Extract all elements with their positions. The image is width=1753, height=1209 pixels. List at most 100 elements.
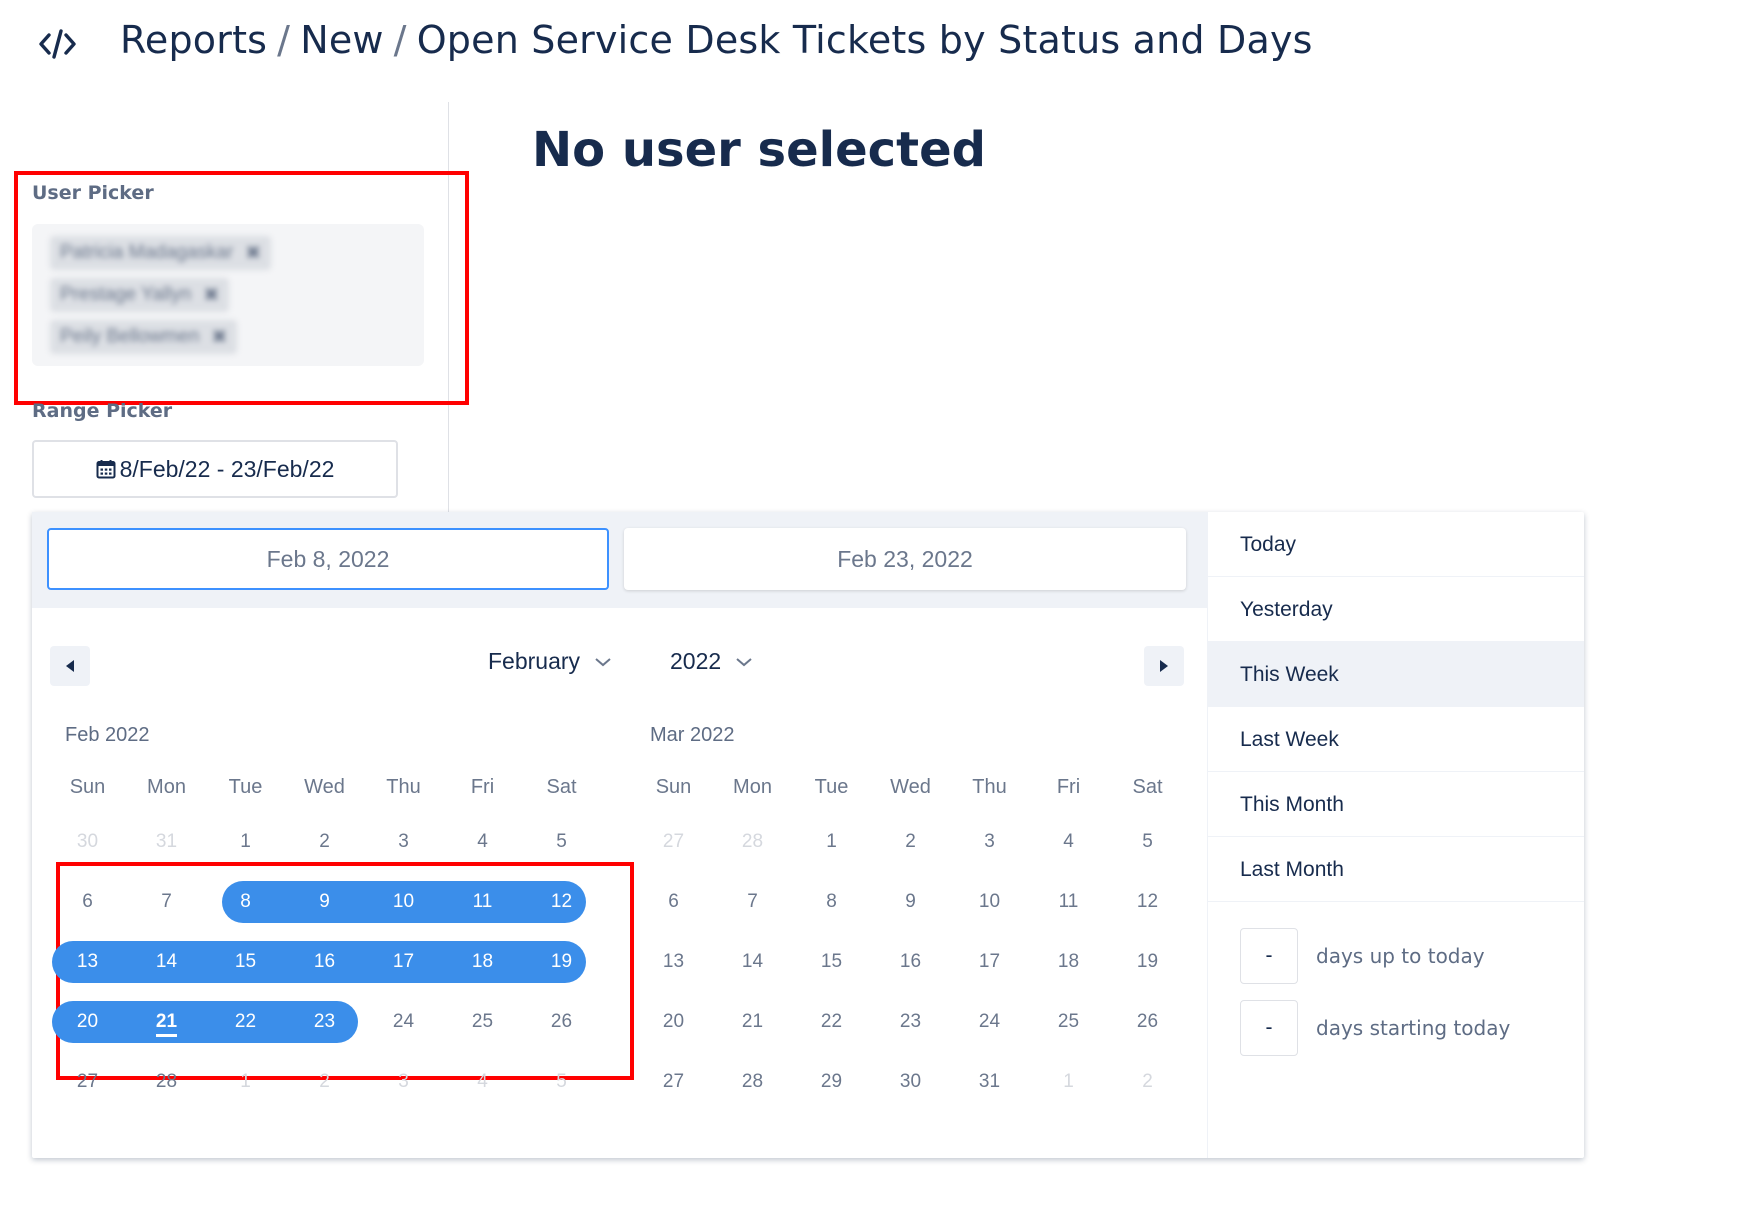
calendar-day[interactable]: 26	[522, 992, 601, 1052]
calendar-day[interactable]: 2	[871, 812, 950, 872]
calendar-day[interactable]: 28	[127, 1052, 206, 1112]
preset-today[interactable]: Today	[1208, 512, 1584, 577]
calendar-day-selected[interactable]: 19	[522, 932, 601, 992]
calendar-day[interactable]: 22	[792, 992, 871, 1052]
calendar-day[interactable]: 30	[871, 1052, 950, 1112]
calendar-day[interactable]: 3	[364, 812, 443, 872]
calendar-day-selected[interactable]: 9	[285, 872, 364, 932]
calendar-day[interactable]: 10	[950, 872, 1029, 932]
preset-last-month[interactable]: Last Month	[1208, 837, 1584, 902]
preset-this-month[interactable]: This Month	[1208, 772, 1584, 837]
calendar-day[interactable]: 28	[713, 1052, 792, 1112]
calendar-day-selected[interactable]: 23	[285, 992, 364, 1052]
calendar-day[interactable]: 5	[522, 1052, 601, 1112]
end-date-input[interactable]: Feb 23, 2022	[624, 528, 1186, 590]
calendar-week: 13 14 15 16 17 18 19	[634, 932, 1187, 992]
calendar-day[interactable]: 8	[792, 872, 871, 932]
calendar-day-selected[interactable]: 18	[443, 932, 522, 992]
breadcrumb-reports[interactable]: Reports	[120, 18, 267, 62]
calendar-day-selected[interactable]: 11	[443, 872, 522, 932]
calendar-day[interactable]: 13	[634, 932, 713, 992]
calendar-day[interactable]: 15	[792, 932, 871, 992]
calendar-day[interactable]: 27	[634, 812, 713, 872]
calendar-day-selected[interactable]: 8	[206, 872, 285, 932]
calendar-day[interactable]: 24	[364, 992, 443, 1052]
calendar-day[interactable]: 1	[206, 812, 285, 872]
days-starting-today-row: - days starting today	[1240, 1000, 1510, 1056]
calendar-day[interactable]: 6	[48, 872, 127, 932]
next-month-button[interactable]	[1144, 646, 1184, 686]
calendar-day-selected[interactable]: 20	[48, 992, 127, 1052]
calendar-day[interactable]: 29	[792, 1052, 871, 1112]
calendar-day-selected[interactable]: 14	[127, 932, 206, 992]
code-logo-icon[interactable]	[36, 22, 80, 66]
days-starting-today-input[interactable]: -	[1240, 1000, 1298, 1056]
calendar-day[interactable]: 20	[634, 992, 713, 1052]
calendar-day[interactable]: 2	[285, 1052, 364, 1112]
user-picker-label: User Picker	[32, 182, 154, 204]
days-up-to-today-input[interactable]: -	[1240, 928, 1298, 984]
calendar-day[interactable]: 3	[364, 1052, 443, 1112]
calendar-day-selected[interactable]: 17	[364, 932, 443, 992]
chevron-down-icon	[595, 657, 611, 666]
remove-user-icon[interactable]: ✖	[211, 326, 227, 349]
preset-this-week[interactable]: This Week	[1208, 642, 1584, 707]
calendar-day[interactable]: 4	[1029, 812, 1108, 872]
calendar-day[interactable]: 3	[950, 812, 1029, 872]
preset-last-week[interactable]: Last Week	[1208, 707, 1584, 772]
preset-yesterday[interactable]: Yesterday	[1208, 577, 1584, 642]
calendar-day[interactable]: 14	[713, 932, 792, 992]
calendar-day[interactable]: 16	[871, 932, 950, 992]
calendar-day[interactable]: 27	[48, 1052, 127, 1112]
calendar-day[interactable]: 4	[443, 812, 522, 872]
breadcrumb-new[interactable]: New	[300, 18, 383, 62]
calendar-day[interactable]: 21	[713, 992, 792, 1052]
calendar-day[interactable]: 7	[127, 872, 206, 932]
calendar-day[interactable]: 1	[206, 1052, 285, 1112]
remove-user-icon[interactable]: ✖	[203, 284, 219, 307]
user-chip[interactable]: Patricia Madagaskar ✖	[50, 236, 272, 270]
calendar-day[interactable]: 5	[1108, 812, 1187, 872]
calendar-day[interactable]: 31	[127, 812, 206, 872]
calendar-day[interactable]: 18	[1029, 932, 1108, 992]
calendar-day[interactable]: 24	[950, 992, 1029, 1052]
calendar-day[interactable]: 2	[1108, 1052, 1187, 1112]
calendar-day[interactable]: 19	[1108, 932, 1187, 992]
calendar-day[interactable]: 28	[713, 812, 792, 872]
calendar-day[interactable]: 1	[1029, 1052, 1108, 1112]
start-date-input[interactable]: Feb 8, 2022	[47, 528, 609, 590]
calendar-day-selected[interactable]: 16	[285, 932, 364, 992]
calendar-day[interactable]: 12	[1108, 872, 1187, 932]
calendar-day[interactable]: 5	[522, 812, 601, 872]
calendar-day-selected[interactable]: 13	[48, 932, 127, 992]
user-picker[interactable]: Patricia Madagaskar ✖ Prestage Yallyn ✖ …	[32, 224, 424, 366]
calendar-day[interactable]: 6	[634, 872, 713, 932]
calendar-day[interactable]: 30	[48, 812, 127, 872]
calendar-day-selected[interactable]: 10	[364, 872, 443, 932]
month-select[interactable]: February	[488, 648, 612, 675]
calendar-day[interactable]: 27	[634, 1052, 713, 1112]
page-header: Reports / New / Open Service Desk Tickets by…	[36, 14, 1312, 74]
year-select[interactable]: 2022	[670, 648, 753, 675]
calendar-day-selected[interactable]: 12	[522, 872, 601, 932]
range-picker-button[interactable]: 8/Feb/22 - 23/Feb/22	[32, 440, 398, 498]
calendar-day[interactable]: 25	[1029, 992, 1108, 1052]
calendar-day[interactable]: 2	[285, 812, 364, 872]
calendar-day[interactable]: 4	[443, 1052, 522, 1112]
calendar-day-selected[interactable]: 15	[206, 932, 285, 992]
prev-month-button[interactable]	[50, 646, 90, 686]
calendar-day[interactable]: 9	[871, 872, 950, 932]
calendar-day[interactable]: 7	[713, 872, 792, 932]
calendar-day-today[interactable]: 21	[127, 992, 206, 1052]
remove-user-icon[interactable]: ✖	[245, 242, 261, 265]
calendar-day[interactable]: 31	[950, 1052, 1029, 1112]
calendar-day[interactable]: 26	[1108, 992, 1187, 1052]
calendar-day[interactable]: 17	[950, 932, 1029, 992]
calendar-day[interactable]: 1	[792, 812, 871, 872]
calendar-day[interactable]: 11	[1029, 872, 1108, 932]
calendar-day-selected[interactable]: 22	[206, 992, 285, 1052]
calendar-day[interactable]: 25	[443, 992, 522, 1052]
user-chip[interactable]: Prestage Yallyn ✖	[50, 278, 230, 312]
calendar-day[interactable]: 23	[871, 992, 950, 1052]
user-chip[interactable]: Peily Bellowmen ✖	[50, 320, 238, 354]
